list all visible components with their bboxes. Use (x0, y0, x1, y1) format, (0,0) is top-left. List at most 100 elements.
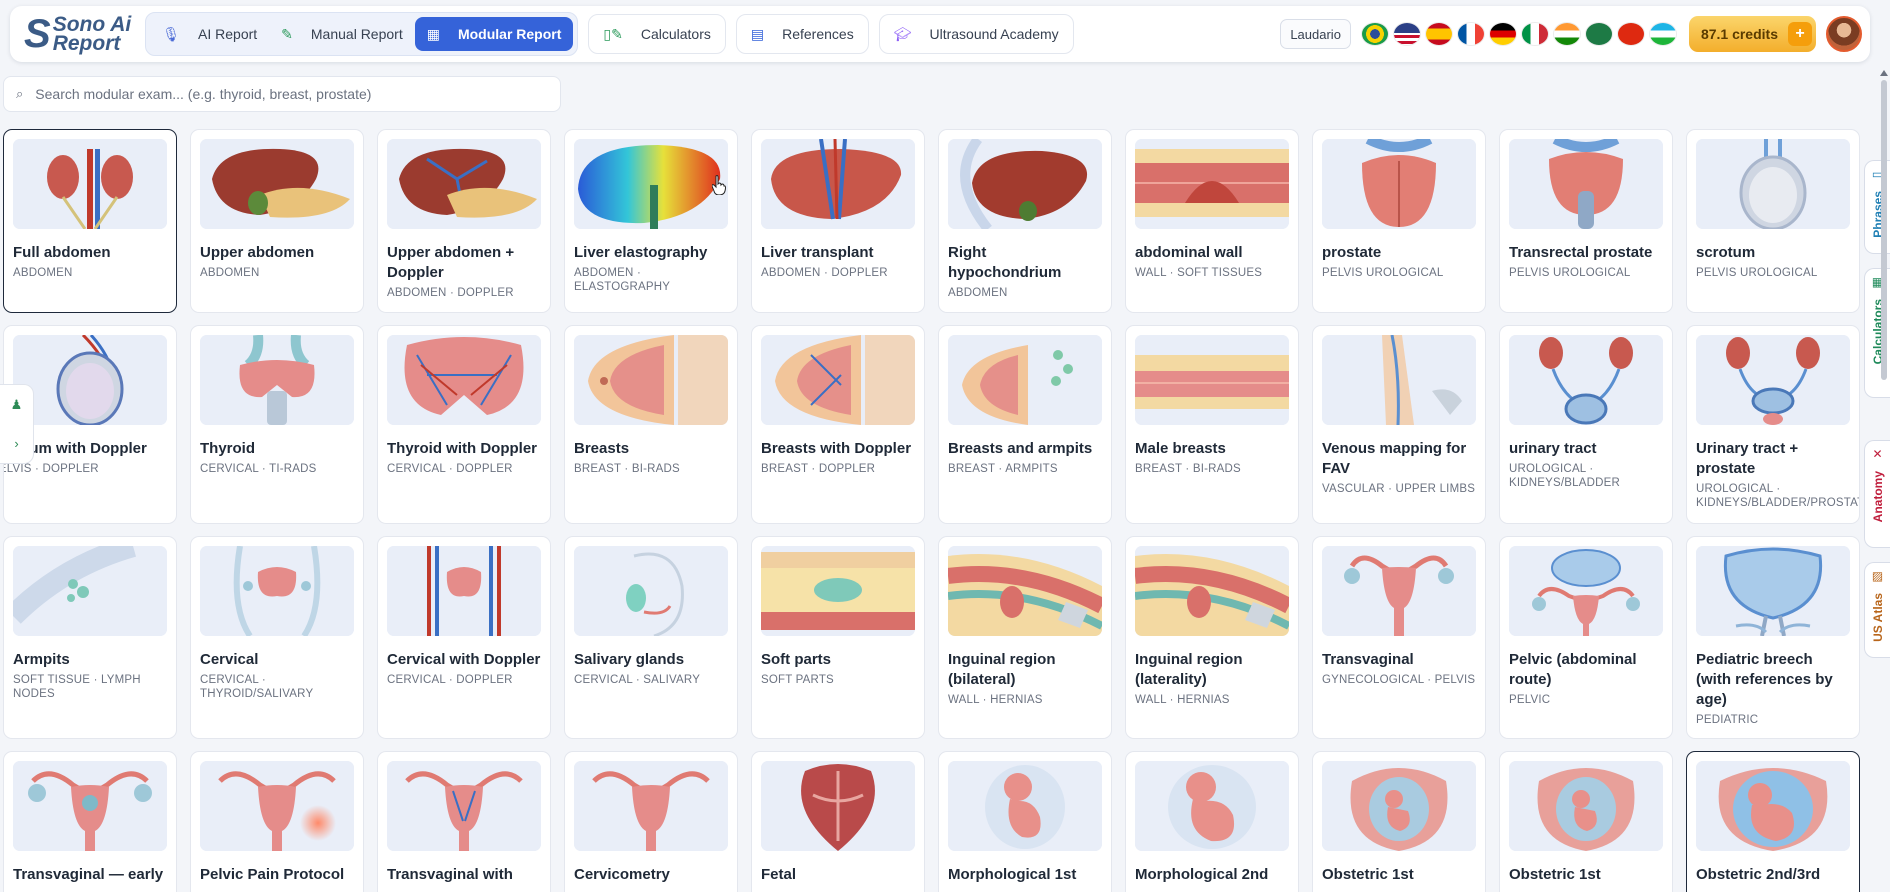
logo[interactable]: S Sono Ai Report (24, 12, 131, 56)
flag-saudi-icon[interactable] (1585, 23, 1612, 45)
flag-spain-icon[interactable] (1425, 23, 1452, 45)
exam-title: Transrectal prostate (1509, 244, 1653, 261)
flag-usa-icon[interactable] (1393, 23, 1420, 45)
exam-illustration (200, 335, 354, 425)
exam-subtitle: SOFT PARTS (761, 674, 834, 686)
header-right: Laudario 87.1 credits + (1280, 16, 1862, 52)
flag-france-icon[interactable] (1457, 23, 1484, 45)
exam-card[interactable]: Inguinal region (bilateral) WALL · HERNI… (938, 536, 1112, 739)
modular-report-button[interactable]: ▦ Modular Report (414, 17, 574, 51)
exam-card[interactable]: Liver transplant ABDOMEN · DOPPLER (751, 129, 925, 313)
exam-card[interactable]: Breasts BREAST · BI-RADS (564, 325, 738, 524)
exam-card[interactable]: Upper abdomen + Doppler ABDOMEN · DOPPLE… (377, 129, 551, 313)
scrollbar-thumb[interactable] (1881, 80, 1887, 380)
references-button[interactable]: ▤ References (735, 14, 869, 54)
exam-card[interactable]: Cervical CERVICAL · THYROID/SALIVARY (190, 536, 364, 739)
exam-card[interactable]: abdominal wall WALL · SOFT TISSUES (1125, 129, 1299, 313)
manual-report-label: Manual Report (310, 26, 403, 42)
exam-card[interactable]: Obstetric 1st (1499, 751, 1673, 892)
scroll-up-icon[interactable] (1880, 70, 1888, 76)
exam-title: Upper abdomen (200, 244, 315, 261)
avatar[interactable] (1826, 16, 1862, 52)
ultrasound-academy-button[interactable]: 🎓︎ Ultrasound Academy (878, 14, 1074, 54)
exam-subtitle: SOFT TISSUE · LYMPH NODES (13, 674, 141, 700)
exam-illustration (1509, 546, 1663, 636)
exam-card[interactable]: Salivary glands CERVICAL · SALIVARY (564, 536, 738, 739)
exam-subtitle: GYNECOLOGICAL · PELVIS (1322, 674, 1476, 686)
exam-subtitle: BREAST · BI-RADS (1135, 463, 1241, 475)
chevron-right-icon[interactable]: › (14, 436, 18, 451)
exam-title: Cervicometry (574, 866, 670, 883)
exam-card[interactable]: urinary tract UROLOGICAL · KIDNEYS/BLADD… (1499, 325, 1673, 524)
scrollbar[interactable] (1880, 70, 1888, 892)
exam-title: scrotum (1696, 244, 1756, 261)
exam-subtitle: CERVICAL · SALIVARY (574, 674, 701, 686)
search-input[interactable] (35, 86, 516, 102)
exam-card[interactable]: Transrectal prostate PELVIS UROLOGICAL (1499, 129, 1673, 313)
exam-subtitle: WALL · HERNIAS (948, 694, 1043, 706)
exam-card[interactable]: Pelvic (abdominal route) PELVIC (1499, 536, 1673, 739)
exam-card[interactable]: scrotum PELVIS UROLOGICAL (1686, 129, 1860, 313)
hand-cursor-icon (712, 175, 726, 195)
flag-china-icon[interactable] (1617, 23, 1644, 45)
exam-title: Thyroid with Doppler (387, 440, 537, 457)
exam-card[interactable]: Thyroid with Doppler CERVICAL · DOPPLER (377, 325, 551, 524)
flag-india-icon[interactable] (1553, 23, 1580, 45)
exam-illustration (761, 139, 915, 229)
exam-illustration (1322, 546, 1476, 636)
exam-illustration (1509, 335, 1663, 425)
flag-brazil-icon[interactable] (1361, 23, 1388, 45)
exam-card[interactable]: Full abdomen ABDOMEN (3, 129, 177, 313)
exam-title: Transvaginal (1322, 651, 1414, 668)
exam-card[interactable]: Liver elastography ABDOMEN · ELASTOGRAPH… (564, 129, 738, 313)
exam-title: Breasts (574, 440, 630, 457)
exam-card[interactable]: Breasts and armpits BREAST · ARMPITS (938, 325, 1112, 524)
exam-card[interactable]: Cervicometry (564, 751, 738, 892)
exam-card[interactable]: Breasts with Doppler BREAST · DOPPLER (751, 325, 925, 524)
exam-illustration (1696, 139, 1850, 229)
calculators-button[interactable]: ▯✎ Calculators (588, 14, 726, 54)
exam-illustration (1135, 335, 1289, 425)
exam-card[interactable]: Thyroid CERVICAL · TI-RADS (190, 325, 364, 524)
exam-title: Obstetric 2nd/3rd (1696, 866, 1821, 883)
person-icon[interactable]: ♟ (11, 397, 23, 413)
exam-card[interactable]: Obstetric 1st (1312, 751, 1486, 892)
exam-card[interactable]: Armpits SOFT TISSUE · LYMPH NODES (3, 536, 177, 739)
exam-card[interactable]: Fetal (751, 751, 925, 892)
manual-report-button[interactable]: ✎ Manual Report (269, 17, 415, 51)
add-credits-button[interactable]: + (1788, 22, 1812, 46)
credits-button[interactable]: 87.1 credits + (1688, 16, 1816, 52)
ultrasound-academy-label: Ultrasound Academy (929, 26, 1059, 42)
exam-card[interactable]: Pelvic Pain Protocol (190, 751, 364, 892)
exam-card[interactable]: Inguinal region (laterality) WALL · HERN… (1125, 536, 1299, 739)
exam-card[interactable]: Male breasts BREAST · BI-RADS (1125, 325, 1299, 524)
exam-card[interactable]: Transvaginal — early (3, 751, 177, 892)
exam-card[interactable]: Morphological 2nd (1125, 751, 1299, 892)
exam-card[interactable]: Transvaginal GYNECOLOGICAL · PELVIS (1312, 536, 1486, 739)
flag-germany-icon[interactable] (1489, 23, 1516, 45)
exam-card[interactable]: prostate PELVIS UROLOGICAL (1312, 129, 1486, 313)
exam-card[interactable]: Urinary tract + prostate UROLOGICAL · KI… (1686, 325, 1860, 524)
exam-illustration (1509, 761, 1663, 851)
exam-title: Transvaginal with (387, 866, 513, 883)
flag-italy-icon[interactable] (1521, 23, 1548, 45)
exam-illustration (200, 139, 354, 229)
exam-card[interactable]: Obstetric 2nd/3rd (1686, 751, 1860, 892)
exam-illustration (13, 335, 167, 425)
exam-card[interactable]: Right hypochondrium ABDOMEN (938, 129, 1112, 313)
user-badge[interactable]: Laudario (1280, 19, 1351, 49)
exam-card[interactable]: Soft parts SOFT PARTS (751, 536, 925, 739)
flag-uzbekistan-icon[interactable] (1649, 23, 1676, 45)
exam-card[interactable]: Morphological 1st (938, 751, 1112, 892)
exam-card[interactable]: Cervical with Doppler CERVICAL · DOPPLER (377, 536, 551, 739)
exam-card[interactable]: Transvaginal with (377, 751, 551, 892)
exam-card[interactable]: Venous mapping for FAV VASCULAR · UPPER … (1312, 325, 1486, 524)
exam-card[interactable]: Upper abdomen ABDOMEN (190, 129, 364, 313)
exam-illustration (574, 139, 728, 229)
exam-card[interactable]: Pediatric breech (with references by age… (1686, 536, 1860, 739)
calculator-icon: ▯✎ (603, 25, 623, 42)
exam-subtitle: WALL · HERNIAS (1135, 694, 1230, 706)
exam-title: abdominal wall (1135, 244, 1243, 261)
exam-subtitle: PELVIC (1509, 694, 1551, 706)
ai-report-button[interactable]: 🎙︎ AI Report (150, 17, 269, 51)
